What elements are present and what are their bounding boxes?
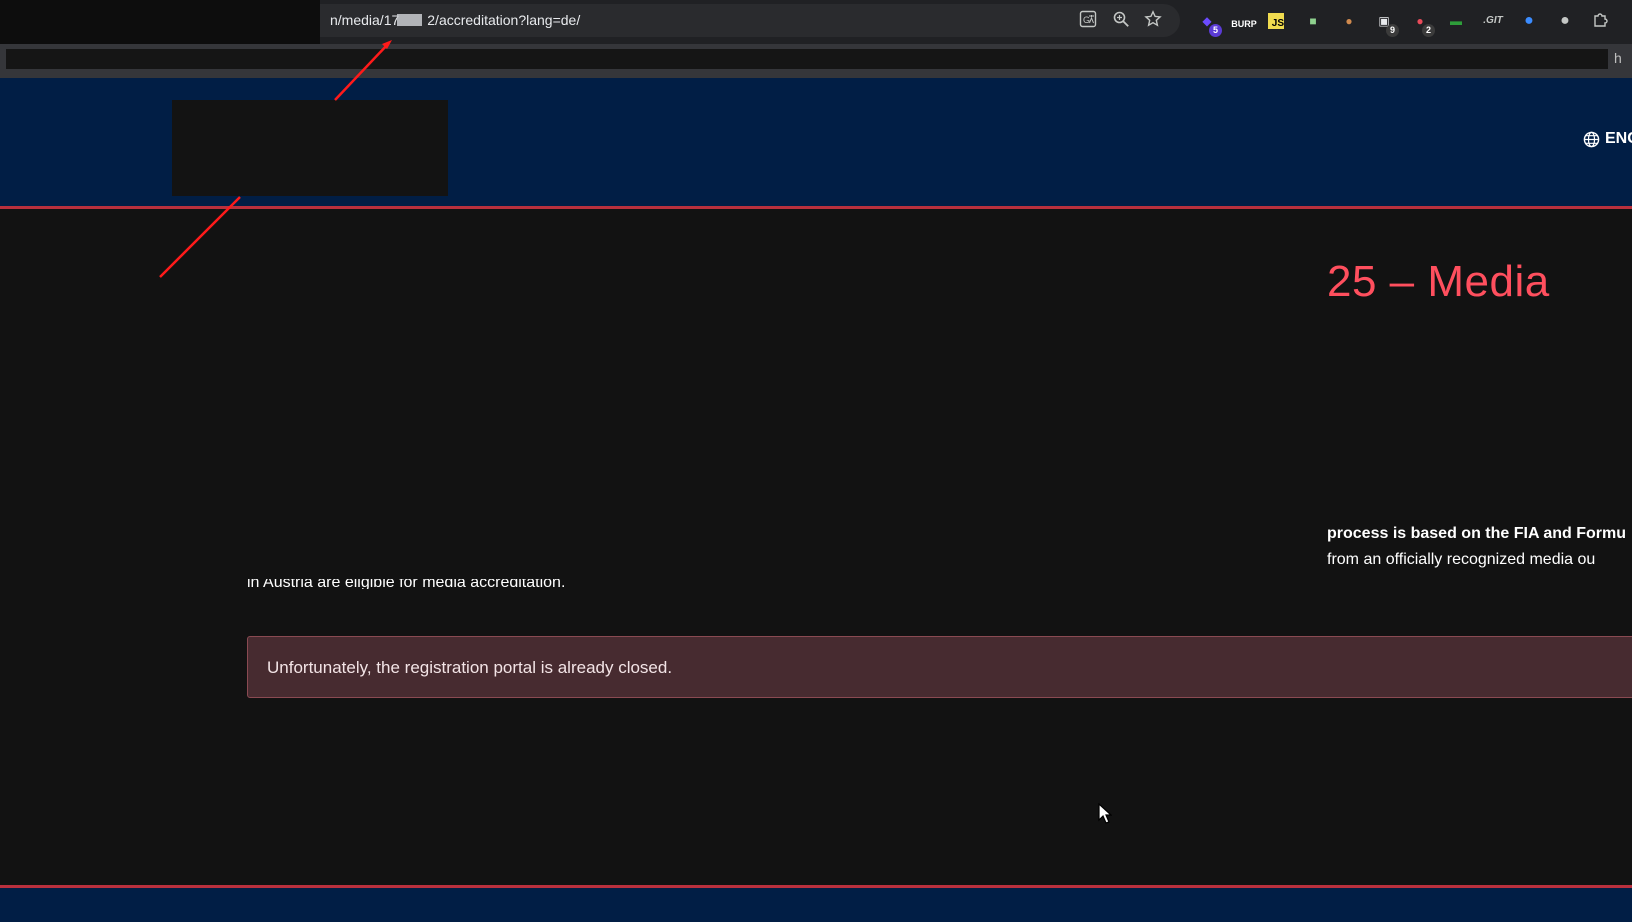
address-bar-url[interactable]: n/media/17 2/accreditation?lang=de/ [330,12,580,28]
extension-icon[interactable]: ▬ [1446,11,1466,31]
closed-notice-text: Unfortunately, the registration portal i… [267,658,673,677]
redacted-id [397,14,422,26]
zoom-icon[interactable] [1112,10,1130,34]
burp-extension-icon[interactable]: BURP [1230,11,1258,31]
git-extension-icon[interactable]: .GIT [1480,11,1506,31]
redacted-logo [172,100,448,196]
redacted-bookmarks [6,49,1608,69]
globe-icon [1583,131,1600,147]
extension-icon[interactable]: ▣ 9 [1374,11,1399,37]
site-footer [0,885,1632,922]
js-extension-icon[interactable]: JS [1268,13,1284,29]
translate-icon[interactable]: G [1079,10,1097,34]
intro-text-bold: process is based on the FIA and Formu [1327,525,1627,542]
extension-icon[interactable]: ● [1519,11,1539,31]
eligibility-text: in Austria are eligible for media accred… [247,579,565,589]
mouse-cursor-icon [1098,803,1112,824]
language-switcher[interactable]: ENG [1583,130,1632,148]
page-title: 25 – Media [1327,257,1550,306]
svg-text:G: G [1083,15,1090,25]
language-label: ENG [1605,130,1632,147]
bookmark-overflow[interactable]: h [1614,50,1622,66]
eligibility-text-content: in Austria are eligible for media accred… [247,579,566,589]
intro-text: from an officially recognized media ou [1327,551,1596,568]
bookmark-star-icon[interactable] [1144,10,1162,34]
puzzle-extensions-icon[interactable] [1591,11,1611,31]
extension-icon[interactable]: ● [1555,11,1575,31]
cookie-extension-icon[interactable]: ● [1339,11,1359,31]
extension-icon[interactable]: ■ [1303,11,1323,31]
closed-notice: Unfortunately, the registration portal i… [247,636,1632,698]
extension-icon[interactable]: ● 2 [1410,11,1435,37]
extension-icon[interactable]: ◆ 5 [1197,11,1222,37]
redacted-region [0,0,320,45]
